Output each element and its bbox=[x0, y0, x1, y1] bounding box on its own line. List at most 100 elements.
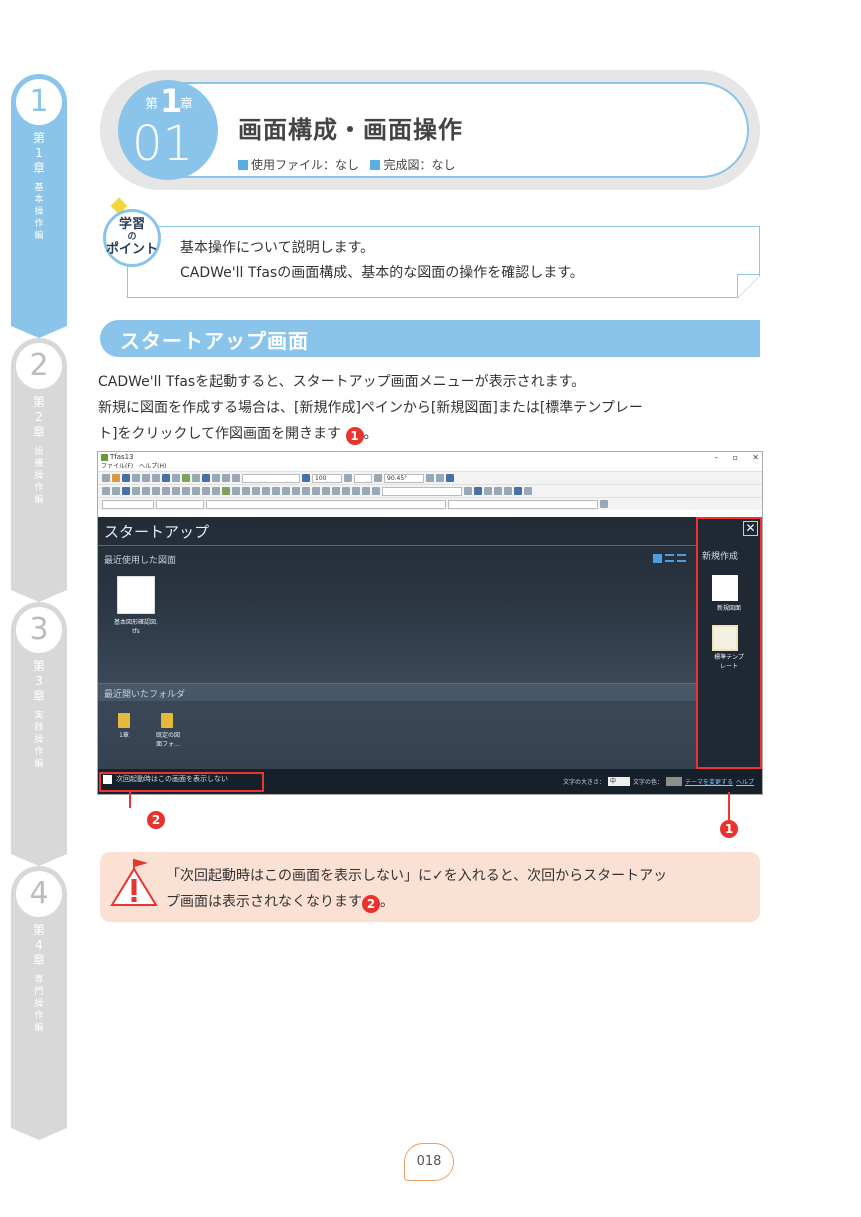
angle-field[interactable]: 90.45° bbox=[384, 473, 424, 483]
toolbar-icon[interactable] bbox=[514, 487, 522, 495]
toolbar-icon[interactable] bbox=[212, 487, 220, 495]
dont-show-checkbox[interactable] bbox=[103, 775, 112, 784]
chapter-tab-3[interactable]: 3 第3章 実践操作編 bbox=[11, 602, 67, 866]
redo-icon[interactable] bbox=[152, 474, 160, 482]
view-toggle[interactable] bbox=[653, 554, 686, 563]
print-icon[interactable] bbox=[132, 474, 140, 482]
folder-name[interactable]: 1章 bbox=[106, 731, 142, 740]
dont-show-label[interactable]: 次回起動時はこの画面を表示しない bbox=[116, 774, 228, 784]
toolbar-field[interactable] bbox=[382, 486, 462, 496]
badge-line-2: の bbox=[127, 232, 137, 242]
recent-drawing-thumbnail[interactable] bbox=[117, 576, 155, 614]
toolbar-icon[interactable] bbox=[262, 487, 270, 495]
toolbar-icon[interactable] bbox=[312, 487, 320, 495]
new-drawing-label[interactable]: 新規図面 bbox=[698, 604, 760, 613]
toolbar-icon[interactable] bbox=[282, 487, 290, 495]
toolbar-icon[interactable] bbox=[102, 487, 110, 495]
toolbar-icon[interactable] bbox=[322, 487, 330, 495]
font-size-select[interactable]: 中 bbox=[607, 777, 630, 786]
help-link[interactable]: ヘルプ bbox=[736, 777, 754, 786]
zoom-icon[interactable] bbox=[302, 474, 310, 482]
toolbar-icon[interactable] bbox=[302, 487, 310, 495]
toolbar-icon[interactable] bbox=[436, 474, 444, 482]
folder-name[interactable]: 既定の図 面フォ... bbox=[146, 731, 190, 749]
callout-line-2 bbox=[129, 792, 131, 808]
chapter-tab-1[interactable]: 1 第1章 基本操作編 bbox=[11, 74, 67, 338]
zoom-field[interactable]: 100 bbox=[312, 473, 342, 483]
toolbar-icon[interactable] bbox=[464, 487, 472, 495]
toolbar-icon[interactable] bbox=[192, 474, 200, 482]
help-cursor-icon[interactable] bbox=[446, 474, 454, 482]
toolbar-icon[interactable] bbox=[152, 487, 160, 495]
toolbar-icon[interactable] bbox=[600, 500, 608, 508]
close-icon[interactable]: ✕ bbox=[743, 521, 758, 536]
toolbar-icon[interactable] bbox=[252, 487, 260, 495]
toolbar-icon[interactable] bbox=[222, 487, 230, 495]
toolbar-icon[interactable] bbox=[172, 487, 180, 495]
line-width-select[interactable] bbox=[156, 499, 204, 509]
toolbar-icon[interactable] bbox=[352, 487, 360, 495]
new-drawing-button[interactable] bbox=[712, 575, 738, 601]
new-file-icon[interactable] bbox=[102, 474, 110, 482]
layer-select[interactable] bbox=[242, 473, 300, 483]
list-view-icon[interactable] bbox=[665, 554, 674, 562]
toolbar-icon[interactable] bbox=[524, 487, 532, 495]
toolbar-icon[interactable] bbox=[162, 487, 170, 495]
maximize-icon[interactable]: ▫ bbox=[733, 453, 738, 462]
toolbar-icon[interactable] bbox=[374, 474, 382, 482]
open-folder-icon[interactable] bbox=[112, 474, 120, 482]
page-number: 018 bbox=[404, 1143, 454, 1181]
line-type-select[interactable] bbox=[102, 499, 154, 509]
toolbar-icon[interactable] bbox=[182, 487, 190, 495]
toolbar-icon[interactable] bbox=[494, 487, 502, 495]
font-color-select[interactable] bbox=[665, 777, 682, 786]
undo-icon[interactable] bbox=[142, 474, 150, 482]
menu-bar[interactable]: ファイル(F) ヘルプ(H) bbox=[98, 462, 762, 471]
toolbar-icon[interactable] bbox=[222, 474, 230, 482]
detail-view-icon[interactable] bbox=[677, 554, 686, 562]
command-field[interactable] bbox=[206, 499, 446, 509]
chapter-tab-number: 3 bbox=[16, 607, 62, 653]
window-close-icon[interactable]: ✕ bbox=[752, 453, 759, 462]
toolbar-icon[interactable] bbox=[292, 487, 300, 495]
toolbar-icon[interactable] bbox=[344, 474, 352, 482]
toolbar-icon[interactable] bbox=[232, 487, 240, 495]
chapter-tab-2[interactable]: 2 第2章 設備操作編 bbox=[11, 338, 67, 602]
folder-icon[interactable] bbox=[161, 713, 173, 728]
toolbar-icon[interactable] bbox=[142, 487, 150, 495]
toolbar-icon[interactable] bbox=[202, 474, 210, 482]
toolbar-icon[interactable] bbox=[372, 487, 380, 495]
toolbar-icon[interactable] bbox=[202, 487, 210, 495]
toolbar-icon[interactable] bbox=[132, 487, 140, 495]
folder-icon[interactable] bbox=[118, 713, 130, 728]
recent-drawing-name[interactable]: 基本図形確認図. tfs bbox=[106, 618, 166, 636]
toolbar-icon[interactable] bbox=[504, 487, 512, 495]
save-icon[interactable] bbox=[122, 474, 130, 482]
standard-template-label[interactable]: 標準テンプ レート bbox=[698, 653, 760, 671]
toolbar-icon[interactable] bbox=[192, 487, 200, 495]
toolbar-icon[interactable] bbox=[474, 487, 482, 495]
toolbar-icon[interactable] bbox=[172, 474, 180, 482]
standard-template-button[interactable] bbox=[712, 625, 738, 651]
minimize-icon[interactable]: – bbox=[714, 453, 718, 462]
toolbar-icon[interactable] bbox=[122, 487, 130, 495]
toolbar-icon[interactable] bbox=[362, 487, 370, 495]
toolbar-icon[interactable] bbox=[182, 474, 190, 482]
toolbar-icon[interactable] bbox=[426, 474, 434, 482]
chapter-tab-number: 2 bbox=[16, 343, 62, 389]
toolbar-icon[interactable] bbox=[212, 474, 220, 482]
change-theme-link[interactable]: テーマを変更する bbox=[685, 777, 733, 786]
page-title: 画面構成・画面操作 bbox=[238, 116, 463, 144]
toolbar-icon[interactable] bbox=[242, 487, 250, 495]
tile-view-icon[interactable] bbox=[653, 554, 662, 563]
toolbar-icon[interactable] bbox=[162, 474, 170, 482]
toolbar-icon[interactable] bbox=[112, 487, 120, 495]
status-field[interactable] bbox=[448, 499, 598, 509]
toolbar-icon[interactable] bbox=[342, 487, 350, 495]
toolbar-icon[interactable] bbox=[332, 487, 340, 495]
toolbar-icon[interactable] bbox=[272, 487, 280, 495]
snap-field[interactable] bbox=[354, 473, 372, 483]
toolbar-icon[interactable] bbox=[232, 474, 240, 482]
toolbar-icon[interactable] bbox=[484, 487, 492, 495]
chapter-tab-4[interactable]: 4 第4章 専門操作編 bbox=[11, 866, 67, 1140]
